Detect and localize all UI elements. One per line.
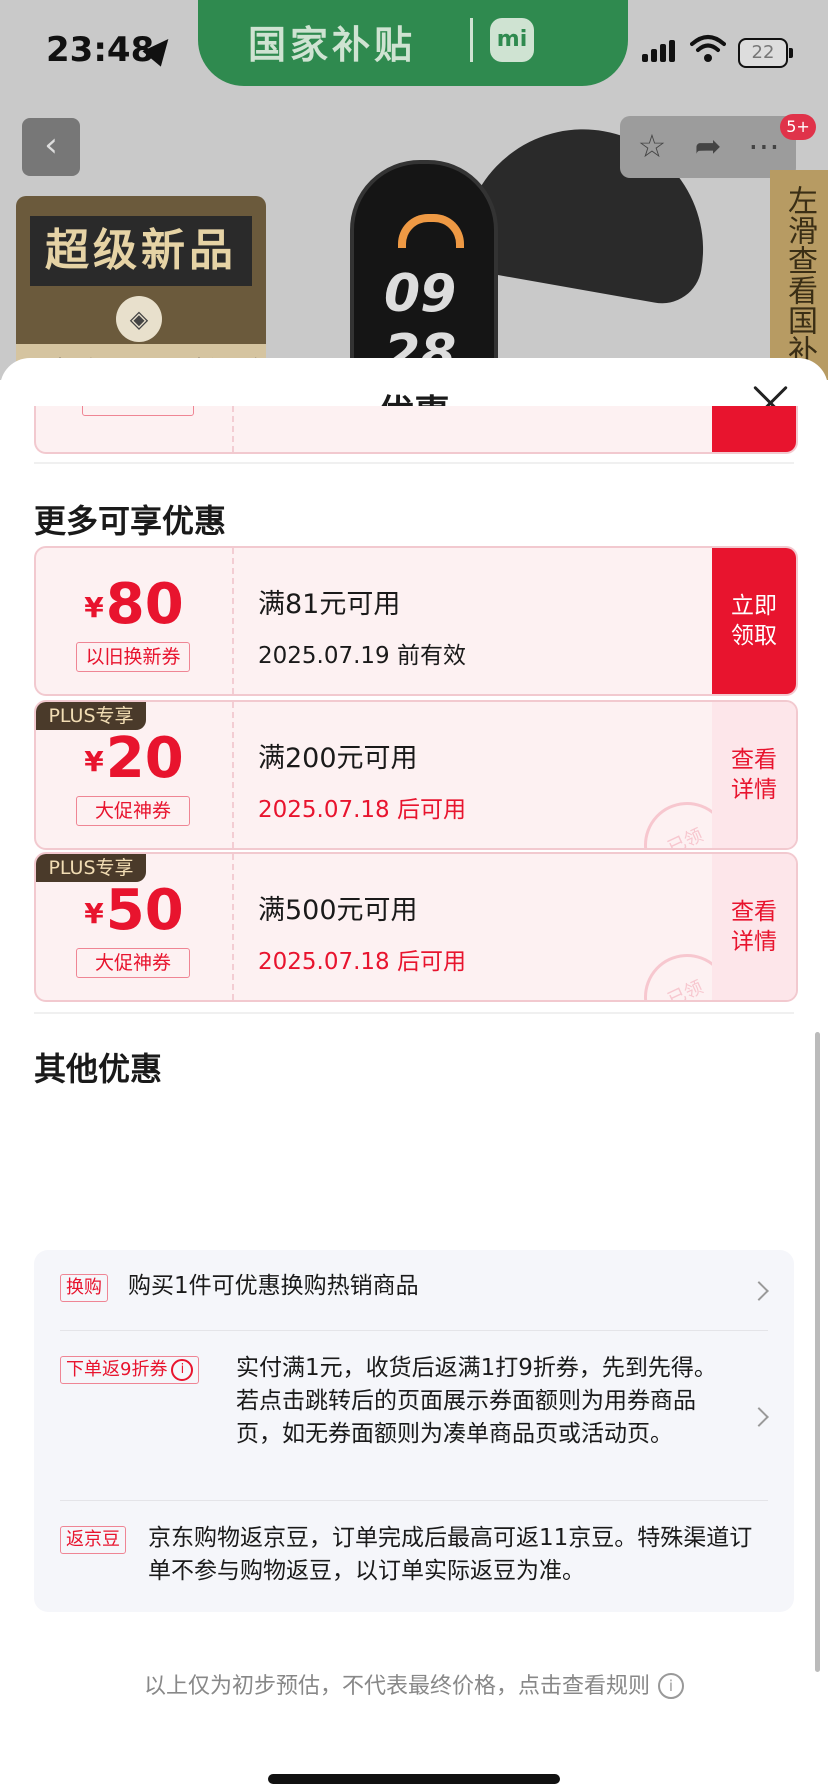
coupon-card: PLUS专享 ¥20 大促神券 满200元可用 2025.07.18 后可用 已… <box>34 700 798 850</box>
section-other-discounts: 其他优惠 <box>34 1050 163 1088</box>
offer-text: 购买1件可优惠换购热销商品 <box>128 1273 419 1299</box>
promo-card[interactable]: 超级新品 ◈ 小米手环9 NFC版 黑色 <box>16 196 266 380</box>
coupon-amount: ¥80 <box>36 572 232 637</box>
back-icon: ‹ <box>44 125 58 165</box>
band-face: 09 28 <box>350 160 498 380</box>
coupon-divider <box>232 406 234 452</box>
coupon-card: ¥80 以旧换新券 满81元可用 2025.07.19 前有效 立即领取 <box>34 546 798 696</box>
offer-row-jingdou: 返京豆 京东购物返京豆，订单完成后最高可返11京豆。特殊渠道订单不参与购物返豆，… <box>34 1500 794 1612</box>
currency-symbol: ¥ <box>84 591 104 624</box>
amount-value: 50 <box>105 878 184 943</box>
coupon-tag: 以旧换新券 <box>76 642 190 672</box>
offer-tag: 返京豆 <box>60 1526 126 1554</box>
info-icon: i <box>658 1673 684 1699</box>
view-details-button[interactable]: 查看详情 <box>712 702 796 848</box>
coupon-validity: 2025.07.18 后可用 <box>258 949 466 975</box>
offer-text: 实付满1元，收货后返满1打9折券，先到先得。若点击跳转后的页面展示券面额则为用券… <box>236 1355 717 1447</box>
coupon-left: PLUS专享 ¥20 大促神券 <box>36 702 232 848</box>
wifi-icon <box>690 35 726 62</box>
coupon-card: PLUS专享 ¥50 大促神券 满500元可用 2025.07.18 后可用 已… <box>34 852 798 1002</box>
offer-row-tradein[interactable]: 换购 购买1件可优惠换购热销商品 <box>34 1250 794 1330</box>
top-actions: ☆ ➦ ⋯ <box>620 116 796 178</box>
battery-icon: 22 <box>738 38 793 68</box>
rainbow-icon <box>398 214 464 248</box>
back-button[interactable]: ‹ <box>22 118 80 176</box>
view-details-label: 查看详情 <box>731 747 777 803</box>
amount-value: 80 <box>105 572 184 637</box>
coupon-validity: 2025.07.19 前有效 <box>258 643 466 669</box>
discount-sheet: 优惠 更多可享优惠 ¥80 以旧换新券 满81元可用 2025.07.19 前有… <box>0 358 828 1792</box>
national-subsidy-banner: 国家补贴 mi <box>198 0 628 86</box>
home-indicator[interactable] <box>268 1774 560 1784</box>
scrollbar[interactable] <box>815 1032 820 1672</box>
offer-text: 京东购物返京豆，订单完成后最高可返11京豆。特殊渠道订单不参与购物返豆，以订单实… <box>148 1525 753 1584</box>
banner-title: 国家补贴 <box>248 23 417 67</box>
coupon-tag <box>82 406 194 416</box>
status-time: 23:48 <box>46 30 155 70</box>
coupon-partial <box>34 406 798 454</box>
claim-label: 立即领取 <box>731 593 777 649</box>
share-icon[interactable]: ➦ <box>688 126 728 166</box>
coupon-amount: ¥50 <box>36 878 232 943</box>
coupon-tag: 大促神券 <box>76 796 190 826</box>
banner-separator <box>470 18 473 62</box>
claim-button[interactable]: 立即领取 <box>712 548 796 694</box>
other-offers-list: 换购 购买1件可优惠换购热销商品 下单返9折券 i 实付满1元，收货后返满1打9折… <box>34 1250 794 1612</box>
offer-tag: 下单返9折券 i <box>60 1356 200 1384</box>
product-page-background: 国家补贴 mi 23:48 22 ‹ 09 28 ☆ ➦ ⋯ 5+ 超级新品 ◈… <box>0 0 828 380</box>
footer-note-text: 以上仅为初步预估，不代表最终价格，点击查看规则 <box>143 1674 650 1699</box>
currency-symbol: ¥ <box>84 745 104 778</box>
amount-value: 20 <box>105 726 184 791</box>
coupon-divider <box>232 854 234 1000</box>
offer-row-coupon-return[interactable]: 下单返9折券 i 实付满1元，收货后返满1打9折券，先到先得。若点击跳转后的页面展… <box>34 1330 794 1500</box>
coupon-left: PLUS专享 ¥50 大促神券 <box>36 854 232 1000</box>
coupon-condition: 满500元可用 <box>258 895 418 926</box>
band-time-hour: 09 <box>384 264 457 324</box>
chevron-right-icon <box>749 1407 769 1427</box>
info-icon: i <box>171 1359 194 1381</box>
cube-icon: ◈ <box>116 296 162 342</box>
section-more-discounts: 更多可享优惠 <box>34 502 227 540</box>
rules-link[interactable]: 以上仅为初步预估，不代表最终价格，点击查看规则 i <box>0 1668 828 1700</box>
coupon-tag: 大促神券 <box>76 948 190 978</box>
view-details-button[interactable]: 查看详情 <box>712 854 796 1000</box>
coupon-divider <box>232 702 234 848</box>
offer-tag: 换购 <box>60 1274 108 1302</box>
coupon-condition: 满81元可用 <box>258 589 401 620</box>
view-details-label: 查看详情 <box>731 899 777 955</box>
offer-tag-label: 下单返9折券 <box>66 1359 168 1380</box>
mi-logo-icon: mi <box>490 18 534 62</box>
divider <box>34 1012 794 1014</box>
chevron-right-icon <box>749 1281 769 1301</box>
more-icon[interactable]: ⋯ <box>744 126 784 166</box>
coupon-divider <box>232 548 234 694</box>
coupon-left: ¥80 以旧换新券 <box>36 548 232 694</box>
coupon-validity: 2025.07.18 后可用 <box>258 797 466 823</box>
coupon-amount: ¥20 <box>36 726 232 791</box>
coupon-action[interactable] <box>712 406 796 452</box>
side-banner[interactable]: 左滑查看国补 <box>770 170 828 380</box>
cart-badge: 5+ <box>780 114 816 140</box>
currency-symbol: ¥ <box>84 897 104 930</box>
divider <box>34 462 794 464</box>
star-icon[interactable]: ☆ <box>632 126 672 166</box>
promo-title: 超级新品 <box>30 216 252 286</box>
coupon-condition: 满200元可用 <box>258 743 418 774</box>
